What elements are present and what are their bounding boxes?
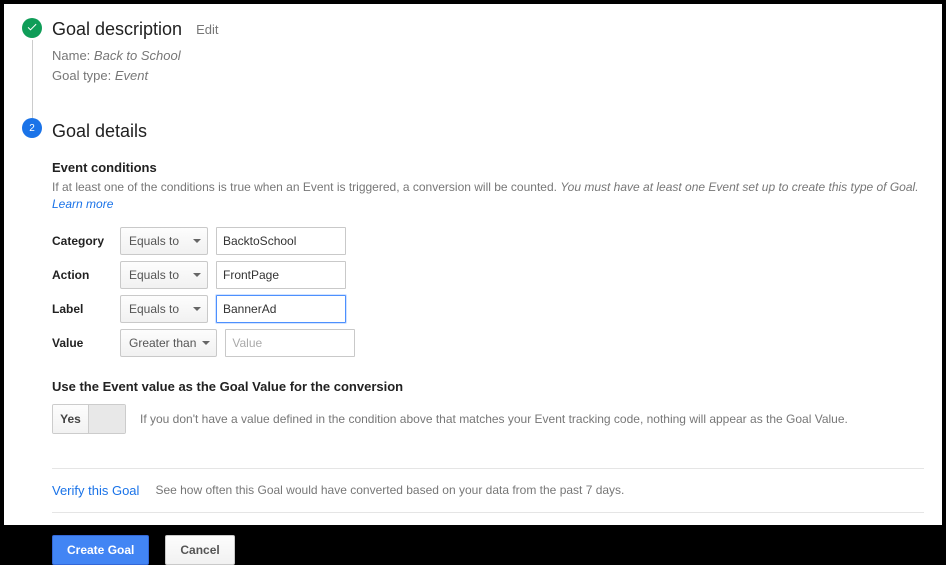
- condition-label: Value: [52, 336, 112, 350]
- verify-goal-help: See how often this Goal would have conve…: [155, 483, 624, 497]
- help-text-italic: You must have at least one Event set up …: [560, 180, 918, 194]
- dropdown-label: Equals to: [129, 234, 179, 248]
- step2-badge: 2: [22, 118, 42, 138]
- step1-badge-complete: [22, 18, 42, 38]
- dropdown-label: Equals to: [129, 268, 179, 282]
- condition-label: Category: [52, 234, 112, 248]
- chevron-down-icon: [193, 307, 201, 311]
- goal-name-value: Back to School: [94, 48, 181, 63]
- condition-row: Category Equals to: [52, 227, 924, 255]
- chevron-down-icon: [193, 273, 201, 277]
- use-event-value-help: If you don't have a value defined in the…: [140, 412, 848, 426]
- condition-operator-dropdown[interactable]: Greater than: [120, 329, 217, 357]
- condition-value-input[interactable]: [216, 295, 346, 323]
- learn-more-link[interactable]: Learn more: [52, 197, 113, 211]
- dropdown-label: Greater than: [129, 336, 196, 350]
- step-connector: [32, 40, 33, 118]
- toggle-off-side: [89, 405, 125, 433]
- dropdown-label: Equals to: [129, 302, 179, 316]
- toggle-yes-label: Yes: [53, 405, 89, 433]
- condition-value-input[interactable]: [216, 261, 346, 289]
- condition-value-input[interactable]: [216, 227, 346, 255]
- condition-row: Value Greater than: [52, 329, 924, 357]
- edit-link[interactable]: Edit: [196, 22, 218, 37]
- step1-title: Goal description: [52, 19, 182, 40]
- event-conditions-help: If at least one of the conditions is tru…: [52, 179, 924, 213]
- cancel-button[interactable]: Cancel: [165, 535, 234, 565]
- goal-type-label: Goal type:: [52, 68, 111, 83]
- help-text-plain: If at least one of the conditions is tru…: [52, 180, 557, 194]
- condition-operator-dropdown[interactable]: Equals to: [120, 295, 208, 323]
- condition-row: Label Equals to: [52, 295, 924, 323]
- chevron-down-icon: [202, 341, 210, 345]
- condition-value-input[interactable]: [225, 329, 355, 357]
- event-conditions-title: Event conditions: [52, 160, 924, 175]
- condition-label: Action: [52, 268, 112, 282]
- checkmark-icon: [26, 21, 38, 36]
- condition-operator-dropdown[interactable]: Equals to: [120, 227, 208, 255]
- chevron-down-icon: [193, 239, 201, 243]
- step2-title: Goal details: [52, 121, 147, 141]
- use-event-value-title: Use the Event value as the Goal Value fo…: [52, 379, 924, 394]
- goal-setup-panel: Goal description Edit Name: Back to Scho…: [4, 4, 942, 525]
- condition-operator-dropdown[interactable]: Equals to: [120, 261, 208, 289]
- create-goal-button[interactable]: Create Goal: [52, 535, 149, 565]
- use-event-value-toggle[interactable]: Yes: [52, 404, 126, 434]
- goal-name-label: Name:: [52, 48, 90, 63]
- goal-type-value: Event: [115, 68, 148, 83]
- condition-row: Action Equals to: [52, 261, 924, 289]
- verify-goal-link[interactable]: Verify this Goal: [52, 483, 139, 498]
- condition-label: Label: [52, 302, 112, 316]
